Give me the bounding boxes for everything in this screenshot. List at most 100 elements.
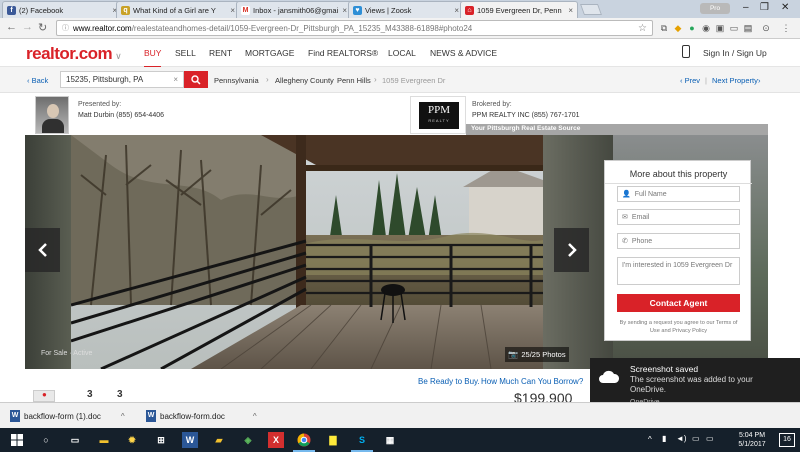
chevron-right-icon (567, 243, 577, 257)
breadcrumb-county[interactable]: Allegheny County (275, 76, 334, 85)
agent-name-phone[interactable]: Matt Durbin (855) 654-4406 (78, 112, 164, 119)
tab-facebook[interactable]: f (2) Facebook × (2, 1, 122, 18)
nav-news-advice[interactable]: NEWS & ADVICE (430, 48, 497, 58)
listing-status: For Sale · Active (41, 350, 93, 357)
message-textarea[interactable]: I'm interested in 1059 Evergreen Dr (617, 257, 740, 285)
broker-name-phone[interactable]: PPM REALTY INC (855) 767-1701 (472, 112, 580, 119)
extension-icon-1[interactable]: ⧉ (658, 22, 670, 34)
file-explorer-icon[interactable]: ▬ (96, 432, 112, 448)
breadcrumb-city[interactable]: Penn Hills (337, 76, 371, 85)
nav-find-realtors[interactable]: Find REALTORS® (308, 48, 378, 58)
nav-sell[interactable]: SELL (175, 48, 196, 58)
quiz-site-icon: q (121, 5, 130, 15)
breadcrumb-state[interactable]: Pennsylvania (214, 76, 259, 85)
email-field[interactable]: ✉ Email (617, 209, 740, 225)
maximize-icon[interactable]: ❐ (760, 2, 769, 13)
cast-icon[interactable]: ▭ (728, 22, 740, 34)
message-icon[interactable]: ▭ (706, 434, 714, 443)
location-search-input[interactable]: 15235, Pittsburgh, PA × (60, 71, 184, 88)
app-icon-2[interactable]: ▦ (382, 432, 398, 448)
word-icon[interactable]: W (182, 432, 198, 448)
store-icon[interactable]: ⊞ (153, 432, 169, 448)
close-tab-icon[interactable]: × (230, 6, 235, 15)
broker-logo[interactable]: PPM REALTY (410, 96, 466, 134)
realtor-logo[interactable]: realtor.com ∨ (26, 44, 122, 64)
folder-icon[interactable]: ▰ (211, 432, 227, 448)
sign-in-link[interactable]: Sign In / Sign Up (703, 48, 767, 58)
gallery-next-button[interactable] (554, 228, 589, 272)
chevron-down-icon[interactable]: ∨ (115, 51, 122, 61)
chevron-right-icon[interactable]: › (758, 76, 761, 85)
next-property-link[interactable]: Next Property (712, 76, 758, 85)
weather-icon[interactable]: ✹ (124, 432, 140, 448)
prev-property-link[interactable]: ‹ Prev (680, 76, 700, 85)
tab-title: 1059 Evergreen Dr, Penn (477, 6, 562, 15)
sticky-notes-icon[interactable]: ▇ (325, 432, 341, 448)
mobile-phone-icon[interactable] (682, 45, 690, 58)
tab-zoosk[interactable]: ♥ Views | Zoosk × (348, 1, 464, 18)
extension-icon-7[interactable]: ⊙ (760, 22, 772, 34)
action-center-icon[interactable]: 16 (779, 433, 795, 447)
chevron-up-icon[interactable]: ^ (121, 412, 125, 421)
downloads-bar: W backflow-form (1).doc ^ W backflow-for… (0, 402, 800, 428)
nav-mortgage[interactable]: MORTGAGE (245, 48, 294, 58)
property-photo[interactable] (71, 135, 543, 369)
brokered-by-label: Brokered by: (472, 101, 512, 108)
phone-field[interactable]: ✆ Phone (617, 233, 740, 249)
close-tab-icon[interactable]: × (568, 6, 573, 15)
close-window-icon[interactable]: ✕ (781, 2, 789, 13)
nav-buy[interactable]: BUY (144, 48, 162, 68)
tab-quiz[interactable]: q What Kind of a Girl are Y × (116, 1, 240, 18)
taskbar-clock[interactable]: 5:04 PM 5/1/2017 (732, 431, 772, 449)
chrome-icon[interactable] (293, 432, 315, 452)
map-thumbnail[interactable]: ● (33, 390, 55, 402)
chevron-up-icon[interactable]: ^ (253, 412, 257, 421)
task-view-icon[interactable]: ▭ (67, 432, 83, 448)
gallery-prev-button[interactable] (25, 228, 60, 272)
network-icon[interactable]: ▮ (662, 434, 666, 443)
tab-gmail[interactable]: M Inbox - jansmith06@gmai × (236, 1, 352, 18)
windows-start-icon[interactable] (9, 432, 25, 448)
nav-local[interactable]: LOCAL (388, 48, 416, 58)
minimize-icon[interactable]: – (743, 2, 749, 13)
contact-agent-button[interactable]: Contact Agent (617, 294, 740, 312)
site-header: realtor.com ∨ BUY SELL RENT MORTGAGE Find… (0, 39, 800, 68)
new-tab-button[interactable] (579, 4, 603, 15)
extension-icon-6[interactable]: ▤ (742, 22, 754, 34)
volume-icon[interactable]: ◄) (676, 434, 687, 443)
bookmark-star-icon[interactable]: ☆ (638, 23, 647, 34)
app-x-icon[interactable]: X (268, 432, 284, 448)
address-bar[interactable]: ⓘ www.realtor.com /realestateandhomes-de… (56, 20, 653, 36)
search-icon (191, 74, 201, 85)
download-item[interactable]: W backflow-form.doc ^ (146, 409, 257, 423)
reload-icon[interactable]: ↻ (38, 21, 47, 34)
forward-arrow-icon[interactable]: → (22, 21, 33, 33)
back-link[interactable]: ‹ Back (27, 76, 48, 85)
nav-separator: | (705, 76, 707, 85)
download-item[interactable]: W backflow-form (1).doc ^ (10, 409, 125, 423)
close-tab-icon[interactable]: × (342, 6, 347, 15)
skype-icon[interactable]: S (351, 432, 373, 452)
how-much-borrow-link[interactable]: How Much Can You Borrow? (481, 377, 583, 386)
extension-icon-3[interactable]: ● (686, 22, 698, 34)
be-ready-link[interactable]: Be Ready to Buy. (418, 377, 480, 386)
extension-icon-2[interactable]: ◆ (672, 22, 684, 34)
search-icon[interactable]: ○ (38, 432, 54, 448)
nav-rent[interactable]: RENT (209, 48, 232, 58)
profile-button[interactable]: Pro (700, 3, 730, 14)
agent-photo[interactable] (35, 96, 69, 134)
close-tab-icon[interactable]: × (454, 6, 459, 15)
page-info-icon[interactable]: ⓘ (62, 23, 69, 33)
keyboard-icon[interactable]: ▭ (692, 434, 700, 443)
tab-realtor[interactable]: ⌂ 1059 Evergreen Dr, Penn × (460, 1, 578, 19)
photo-count-badge[interactable]: 📷 25/25 Photos (505, 347, 569, 362)
app-icon[interactable]: ◈ (240, 432, 256, 448)
extension-icon-4[interactable]: ◉ (700, 22, 712, 34)
extension-icon-5[interactable]: ▣ (714, 22, 726, 34)
chrome-menu-icon[interactable]: ⋮ (780, 22, 792, 34)
full-name-field[interactable]: 👤 Full Name (617, 186, 740, 202)
search-button[interactable] (184, 71, 208, 88)
tray-up-icon[interactable]: ^ (648, 435, 652, 444)
clear-search-icon[interactable]: × (173, 72, 178, 87)
back-arrow-icon[interactable]: ← (6, 21, 17, 33)
